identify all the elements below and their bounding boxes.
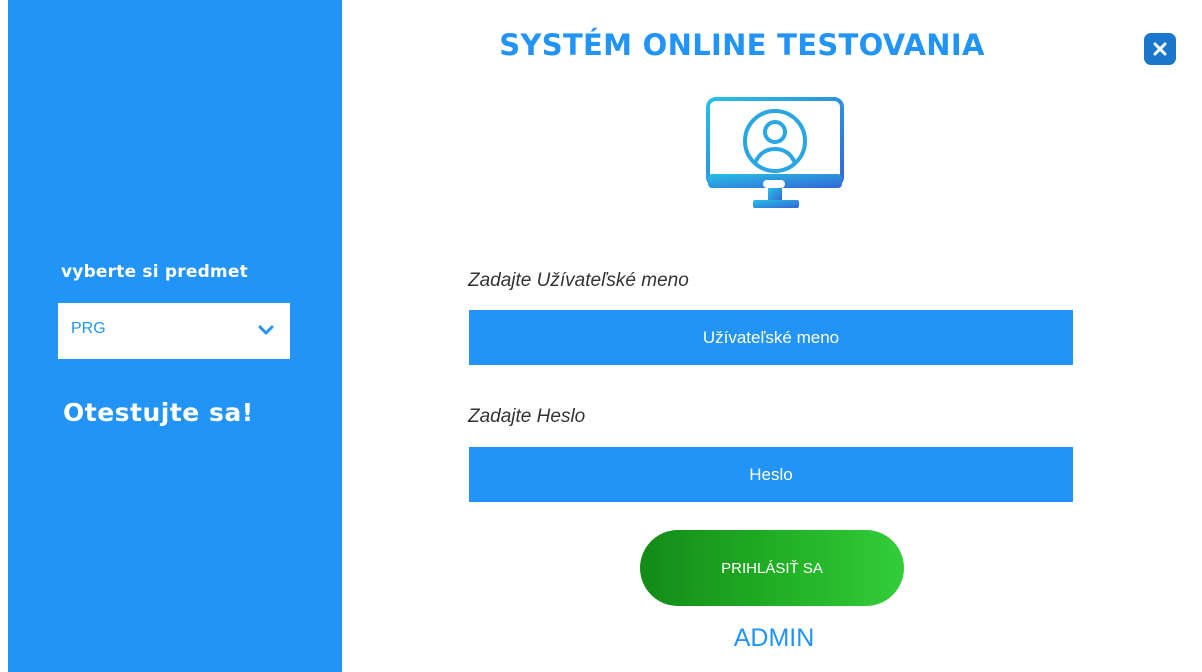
page-title: SYSTÉM ONLINE TESTOVANIA xyxy=(499,28,985,62)
password-input[interactable] xyxy=(469,447,1073,502)
username-label: Zadajte Užívateľské meno xyxy=(468,270,689,291)
admin-link[interactable]: ADMIN xyxy=(642,624,906,653)
subject-label: vyberte si predmet xyxy=(61,262,248,282)
password-label: Zadajte Heslo xyxy=(468,406,586,427)
chevron-down-icon xyxy=(258,325,274,335)
close-icon xyxy=(1153,42,1167,56)
close-button[interactable] xyxy=(1144,33,1176,65)
sidebar: vyberte si predmet PRG Otestujte sa! xyxy=(8,0,342,672)
promo-text: Otestujte sa! xyxy=(63,398,254,427)
subject-select[interactable]: PRG xyxy=(58,303,290,359)
login-button[interactable]: PRIHLÁSIŤ SA xyxy=(640,530,904,606)
user-monitor-icon xyxy=(706,97,844,208)
username-input[interactable] xyxy=(469,310,1073,365)
subject-select-value: PRG xyxy=(71,320,106,337)
